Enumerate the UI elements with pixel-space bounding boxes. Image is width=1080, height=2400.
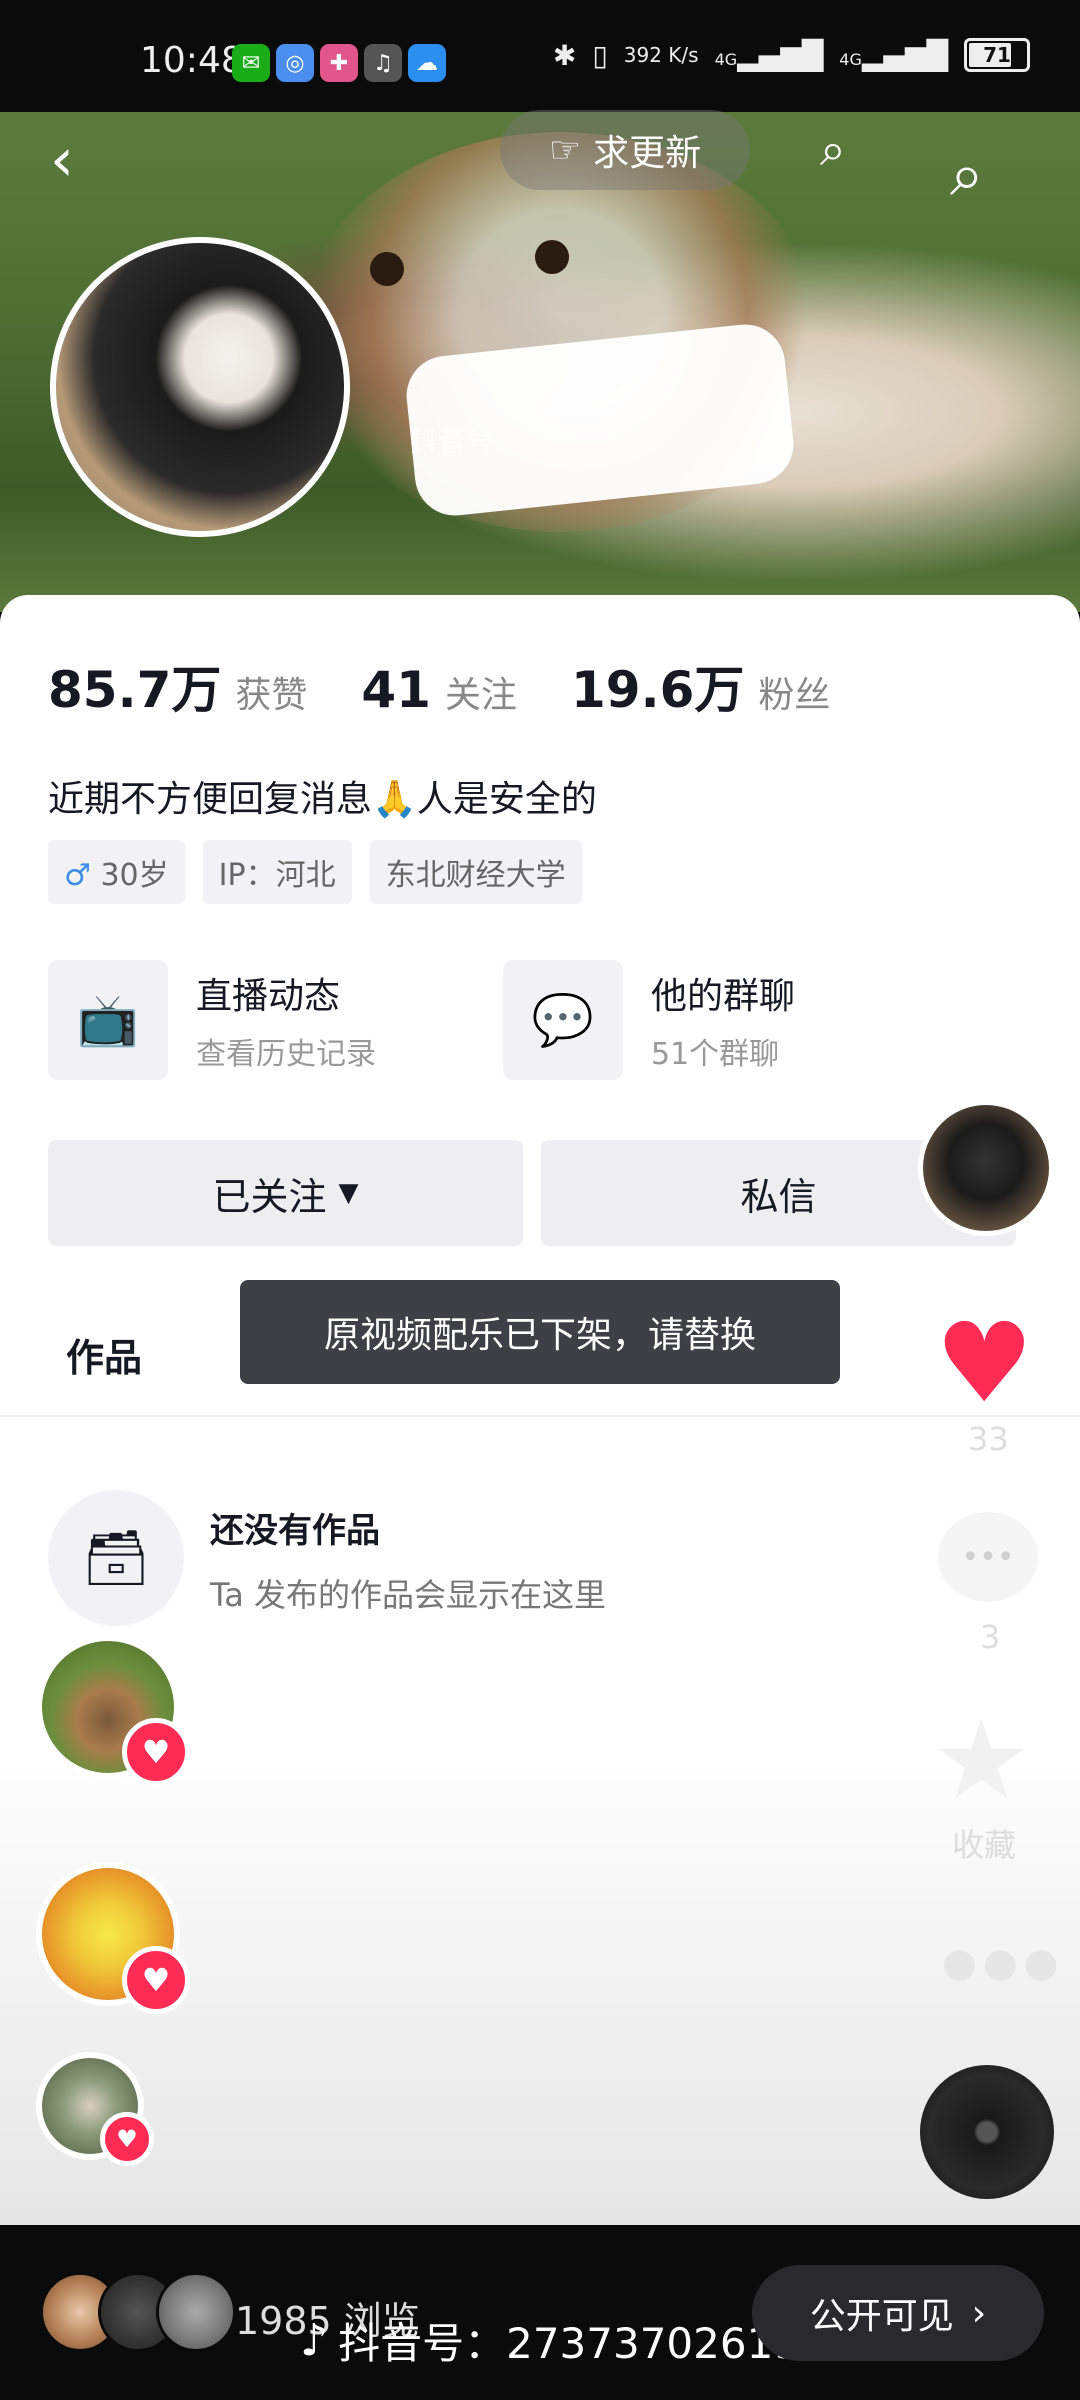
- banner-dog-eye: [535, 240, 569, 274]
- stat-likes-label: 获赞: [235, 675, 308, 716]
- search-button[interactable]: ⌕: [950, 140, 984, 210]
- stat-followers[interactable]: 19.6万 粉丝: [571, 650, 830, 722]
- group-chat-subtitle: 51个群聊: [651, 1037, 780, 1072]
- live-history-card[interactable]: 📺 直播动态 查看历史记录: [48, 960, 503, 1080]
- douyin-logo-icon: ♪: [300, 2315, 329, 2366]
- signal-icon-1: 4G▂▄▆█: [714, 38, 824, 72]
- music-disc-icon[interactable]: [920, 2065, 1054, 2199]
- male-icon: ♂: [64, 858, 91, 893]
- inbox-icon: 🗃: [48, 1490, 184, 1626]
- heart-icon: ♥: [100, 2112, 154, 2166]
- empty-title: 还没有作品: [210, 1511, 380, 1551]
- visibility-button[interactable]: 公开可见 ›: [752, 2265, 1044, 2361]
- like-count: 33: [968, 1420, 1009, 1458]
- stat-following[interactable]: 41 关注: [361, 661, 517, 719]
- toast-message: 原视频配乐已下架，请替换: [240, 1280, 840, 1384]
- status-time: 10:48: [140, 40, 244, 81]
- chat-bubble-icon: 💬: [503, 960, 623, 1080]
- chevron-right-icon: ›: [971, 2292, 987, 2334]
- banner-dog-eye: [370, 252, 404, 286]
- like-button[interactable]: ♥: [935, 1308, 1034, 1418]
- tag-gender-age: ♂ 30岁: [48, 840, 185, 904]
- bluetooth-icon: ✱: [552, 38, 577, 72]
- tv-icon: 📺: [48, 960, 168, 1080]
- message-label: 私信: [740, 1174, 817, 1219]
- request-update-button[interactable]: ☞ 求更新: [500, 110, 750, 190]
- more-icon[interactable]: ●●●: [942, 1940, 1065, 1986]
- caret-down-icon: ▼: [338, 1178, 359, 1208]
- followed-label: 已关注: [212, 1174, 327, 1219]
- finger-icon: ☞: [548, 129, 582, 171]
- douyin-id-text: 抖音号：27373702619: [338, 2319, 801, 2368]
- banner-search-icon[interactable]: ⌕: [820, 122, 846, 178]
- douyin-id-watermark: ♪ 抖音号：27373702619: [300, 2310, 800, 2371]
- favorite-label: 收藏: [952, 1826, 1017, 1864]
- viewer-avatars[interactable]: [40, 2272, 236, 2352]
- live-history-subtitle: 查看历史记录: [196, 1037, 376, 1072]
- network-speed: 392 K/s: [623, 43, 699, 67]
- feature-cards: 📺 直播动态 查看历史记录 💬 他的群聊 51个群聊: [48, 960, 958, 1080]
- tag-school[interactable]: 东北财经大学: [369, 840, 582, 904]
- group-chat-title: 他的群聊: [651, 976, 796, 1017]
- back-button[interactable]: ‹: [50, 130, 110, 200]
- profile-avatar[interactable]: [50, 237, 350, 537]
- profile-tags: ♂ 30岁 IP：河北 东北财经大学: [48, 840, 582, 904]
- profile-stats: 85.7万 获赞 41 关注 19.6万 粉丝: [48, 650, 884, 722]
- wechat-icon: ✉: [232, 44, 270, 82]
- request-update-label: 求更新: [593, 133, 702, 174]
- audio-icon: ♫: [364, 44, 402, 82]
- live-history-title: 直播动态: [196, 976, 341, 1017]
- heart-icon: ♥: [122, 1718, 190, 1786]
- group-chat-card[interactable]: 💬 他的群聊 51个群聊: [503, 960, 958, 1080]
- stat-followers-value: 19.6万: [571, 661, 745, 719]
- browser-icon: ◎: [276, 44, 314, 82]
- action-buttons: 已关注 ▼ 私信: [48, 1140, 1016, 1246]
- star-icon: ★: [932, 1696, 1031, 1824]
- stat-followers-label: 粉丝: [758, 675, 831, 716]
- profile-bio: 近期不方便回复消息🙏人是安全的: [48, 779, 597, 820]
- vibrate-icon: ▯: [592, 38, 608, 72]
- stat-following-label: 关注: [444, 675, 517, 716]
- comment-count: 3: [980, 1618, 1001, 1656]
- viewer-avatar: [156, 2272, 236, 2352]
- heart-icon: ♥: [935, 1299, 1034, 1427]
- empty-subtitle: Ta 发布的作品会显示在这里: [210, 1576, 607, 1614]
- stat-following-value: 41: [361, 661, 431, 719]
- favorite-button[interactable]: ★: [932, 1705, 1031, 1815]
- visibility-label: 公开可见: [809, 2296, 954, 2337]
- tab-divider: [0, 1415, 1080, 1417]
- followed-button[interactable]: 已关注 ▼: [48, 1140, 523, 1246]
- battery-icon: 71: [964, 38, 1030, 72]
- author-avatar[interactable]: [918, 1100, 1054, 1236]
- signal-icon-2: 4G▂▄▆█: [839, 38, 948, 72]
- weather-icon: ☁: [408, 44, 446, 82]
- stat-likes[interactable]: 85.7万 获赞: [48, 650, 307, 722]
- comment-button[interactable]: •••: [938, 1512, 1038, 1602]
- status-right: ✱ ▯ 392 K/s 4G▂▄▆█ 4G▂▄▆█ 71: [553, 38, 1030, 72]
- heart-icon: ♥: [122, 1946, 190, 2014]
- tag-ip: IP：河北: [202, 840, 352, 904]
- comment-icon: •••: [961, 1539, 1015, 1575]
- status-bar: 10:48 ✉ ◎ ✚ ♫ ☁ ✱ ▯ 392 K/s 4G▂▄▆█ 4G▂▄▆…: [0, 0, 1080, 112]
- app-icon: ✚: [320, 44, 358, 82]
- douyin-id-partial: 抖音号: [410, 425, 495, 458]
- nickname-redacted: 抖音号: [402, 320, 798, 520]
- stat-likes-value: 85.7万: [48, 661, 222, 719]
- tab-works[interactable]: 作品: [66, 1327, 142, 1382]
